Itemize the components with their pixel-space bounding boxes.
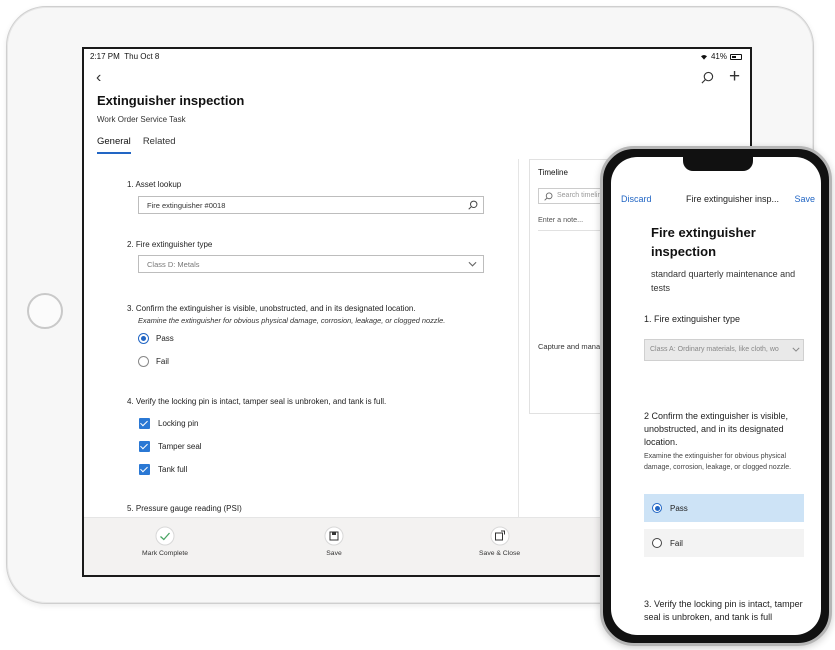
phone-question-visible-help: Examine the extinguisher for obvious phy… bbox=[644, 453, 792, 471]
status-bar: 2:17 PM Thu Oct 8 41% bbox=[84, 49, 750, 65]
phone-option-fail-label: Fail bbox=[670, 538, 683, 548]
lookup-search-icon[interactable] bbox=[468, 200, 478, 210]
radio-selected-indicator bbox=[652, 503, 662, 513]
timeline-title: Timeline bbox=[538, 168, 568, 177]
save-close-button[interactable]: Save & Close bbox=[479, 526, 520, 557]
chevron-down-icon bbox=[468, 261, 477, 267]
question-locking-pin-label: 4. Verify the locking pin is intact, tam… bbox=[127, 397, 387, 406]
radio-selected-indicator bbox=[138, 333, 149, 344]
chevron-down-icon bbox=[792, 347, 800, 352]
discard-button[interactable]: Discard bbox=[621, 194, 652, 204]
tab-general[interactable]: General bbox=[97, 136, 131, 154]
search-icon[interactable] bbox=[701, 71, 714, 84]
timeline-note-input[interactable]: Enter a note... bbox=[538, 215, 583, 224]
radio-fail-label: Fail bbox=[156, 357, 169, 366]
phone-screen: Discard Fire extinguisher insp... Save F… bbox=[611, 157, 821, 635]
extinguisher-type-value: Class D: Metals bbox=[147, 260, 200, 269]
search-icon bbox=[544, 192, 553, 201]
phone-page-title: Fire extinguisher inspection bbox=[651, 225, 756, 259]
timeline-search-placeholder: Search timeline bbox=[557, 192, 606, 199]
save-button[interactable]: Save bbox=[324, 526, 344, 557]
extinguisher-type-select[interactable]: Class D: Metals bbox=[138, 255, 484, 273]
checkmark-icon bbox=[155, 526, 175, 546]
question-extinguisher-type-label: 2. Fire extinguisher type bbox=[127, 240, 213, 249]
question-pressure-gauge-label: 5. Pressure gauge reading (PSI) bbox=[127, 504, 242, 513]
phone-device: Discard Fire extinguisher insp... Save F… bbox=[600, 146, 832, 646]
phone-header: Discard Fire extinguisher insp... Save bbox=[611, 191, 821, 209]
status-time: 2:17 PM Thu Oct 8 bbox=[90, 52, 160, 61]
asset-lookup-input[interactable]: Fire extinguisher #0018 bbox=[138, 196, 484, 214]
question-asset-lookup-label: 1. Asset lookup bbox=[127, 180, 182, 189]
phone-extinguisher-type-value: Class A: Ordinary materials, like cloth,… bbox=[650, 346, 779, 353]
question-visible-help: Examine the extinguisher for obvious phy… bbox=[138, 316, 446, 325]
save-icon bbox=[324, 526, 344, 546]
status-right: 41% bbox=[700, 52, 742, 61]
add-icon[interactable]: + bbox=[729, 66, 740, 88]
phone-option-pass[interactable]: Pass bbox=[644, 494, 804, 522]
radio-pass[interactable]: Pass bbox=[138, 333, 174, 344]
page-subtitle: Work Order Service Task bbox=[97, 115, 186, 124]
battery-percent: 41% bbox=[710, 52, 727, 61]
save-close-icon bbox=[490, 526, 510, 546]
checkbox-tamper-seal[interactable]: Tamper seal bbox=[139, 441, 202, 452]
tab-bar: General Related bbox=[97, 136, 176, 154]
phone-page-subtitle: standard quarterly maintenance and tests bbox=[651, 269, 796, 293]
phone-question-locking-pin-label: 3. Verify the locking pin is intact, tam… bbox=[644, 599, 803, 622]
phone-extinguisher-type-select[interactable]: Class A: Ordinary materials, like cloth,… bbox=[644, 339, 804, 361]
save-label: Save bbox=[326, 550, 342, 557]
phone-option-pass-label: Pass bbox=[670, 503, 688, 513]
radio-unselected-indicator bbox=[138, 356, 149, 367]
asset-lookup-value: Fire extinguisher #0018 bbox=[147, 201, 226, 210]
mark-complete-label: Mark Complete bbox=[142, 550, 189, 557]
timeline-empty-text: Capture and mana bbox=[538, 342, 601, 351]
question-visible-label: 3. Confirm the extinguisher is visible, … bbox=[127, 304, 416, 313]
phone-save-button[interactable]: Save bbox=[794, 194, 815, 204]
tab-related[interactable]: Related bbox=[143, 136, 176, 154]
checkbox-tamper-seal-label: Tamper seal bbox=[158, 442, 202, 451]
home-button[interactable] bbox=[27, 293, 63, 329]
phone-option-fail[interactable]: Fail bbox=[644, 529, 804, 557]
checkbox-checked-icon bbox=[139, 464, 150, 475]
radio-unselected-indicator bbox=[652, 538, 662, 548]
page-title: Extinguisher inspection bbox=[97, 93, 245, 108]
phone-question-type-label: 1. Fire extinguisher type bbox=[644, 314, 741, 324]
back-icon[interactable]: ‹ bbox=[96, 69, 101, 87]
save-close-label: Save & Close bbox=[479, 550, 521, 557]
radio-fail[interactable]: Fail bbox=[138, 356, 169, 367]
battery-icon bbox=[730, 53, 742, 60]
mark-complete-button[interactable]: Mark Complete bbox=[142, 526, 188, 557]
checkbox-checked-icon bbox=[139, 418, 150, 429]
panel-divider bbox=[518, 159, 519, 519]
wifi-icon bbox=[700, 54, 707, 60]
phone-question-visible-label: 2 Confirm the extinguisher is visible, u… bbox=[644, 411, 789, 447]
checkbox-tank-full-label: Tank full bbox=[158, 465, 188, 474]
phone-header-title: Fire extinguisher insp... bbox=[686, 194, 780, 204]
checkbox-locking-pin-label: Locking pin bbox=[158, 419, 199, 428]
checkbox-tank-full[interactable]: Tank full bbox=[139, 464, 187, 475]
radio-pass-label: Pass bbox=[156, 334, 174, 343]
phone-notch bbox=[683, 157, 753, 171]
checkbox-locking-pin[interactable]: Locking pin bbox=[139, 418, 198, 429]
checkbox-checked-icon bbox=[139, 441, 150, 452]
